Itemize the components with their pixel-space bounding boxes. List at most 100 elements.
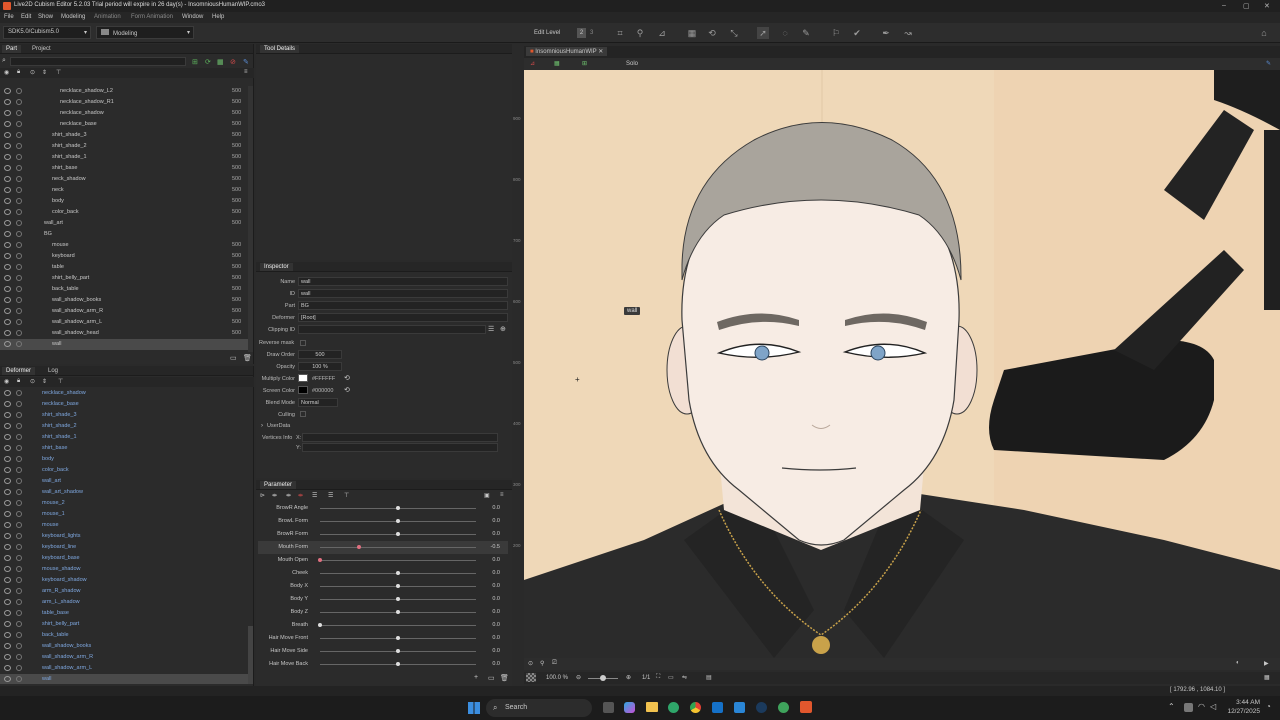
deformer-row[interactable]: wall_shadow_arm_R [0,652,252,663]
grid-green-icon[interactable]: ▦ [217,58,224,66]
visibility-eye-icon[interactable] [4,566,11,572]
param-menu-icon[interactable]: ≡ [500,492,504,498]
parameter-row[interactable]: Hair Move Side 0.0 [258,645,508,658]
parameter-row[interactable]: Cheek 0.0 [258,567,508,580]
deformer-row[interactable]: mouse_1 [0,509,252,520]
lock-toggle-icon[interactable] [16,511,22,517]
parameter-knob[interactable] [357,545,361,549]
part-row[interactable]: back_table 500 [0,284,252,295]
lock-toggle-icon[interactable] [16,132,22,138]
visibility-eye-icon[interactable] [4,242,11,248]
lock-toggle-icon[interactable] [16,231,22,237]
transform-icon[interactable]: ⤡ [728,27,740,39]
collapse-icon[interactable]: ⇕ [42,69,47,76]
play-icon[interactable]: ⊳ [260,492,265,499]
delete-icon[interactable]: ⊘ [230,58,236,66]
visibility-eye-icon[interactable] [4,88,11,94]
lock-toggle-icon[interactable] [16,187,22,193]
deformer-row[interactable]: shirt_shade_2 [0,421,252,432]
part-row[interactable]: color_back 500 [0,207,252,218]
lock-toggle-icon[interactable] [16,319,22,325]
part-row[interactable]: wall [0,339,252,350]
part-row[interactable]: necklace_shadow_R1 500 [0,97,252,108]
store-icon[interactable] [734,702,745,713]
copy-icon[interactable]: ▣ [484,492,490,499]
lock-toggle-icon[interactable] [16,165,22,171]
visibility-eye-icon[interactable] [4,654,11,660]
parameter-slider[interactable] [320,547,476,548]
zoom-knob[interactable] [600,675,606,681]
deformer-row[interactable]: shirt_shade_3 [0,410,252,421]
zoom-value[interactable]: 100.0 % [546,675,568,681]
visibility-eye-icon[interactable] [4,643,11,649]
part-scrollbar[interactable] [248,86,253,352]
opacity-field[interactable]: 100 % [298,362,342,371]
lock-toggle-icon[interactable] [16,577,22,583]
param-folder-icon[interactable]: ▭ [488,674,495,682]
part-row[interactable]: shirt_base 500 [0,163,252,174]
visibility-eye-icon[interactable] [4,121,11,127]
parameter-knob[interactable] [396,506,400,510]
lock-toggle-icon[interactable] [16,264,22,270]
lock-toggle-icon[interactable] [16,445,22,451]
vertex-x-field[interactable] [302,433,498,442]
visibility-eye-icon[interactable] [4,176,11,182]
tree-icon[interactable]: ⊤ [344,492,349,499]
taskbar-search[interactable]: ⌕ Search [486,699,592,717]
parameter-row[interactable]: BrowR Angle 0.0 [258,502,508,515]
filter-icon[interactable]: ⊙ [30,69,35,76]
parameter-value[interactable]: 0.0 [492,622,500,628]
part-row[interactable]: wall_shadow_books 500 [0,295,252,306]
clip-target-icon[interactable]: ⊕ [500,325,506,333]
deformer-row[interactable]: keyboard_lights [0,531,252,542]
collapse-icon[interactable]: ⇕ [42,378,47,385]
visibility-eye-icon[interactable] [4,621,11,627]
visibility-eye-icon[interactable] [4,401,11,407]
steam-icon[interactable] [756,702,767,713]
parameter-row[interactable]: Body Y 0.0 [258,593,508,606]
menu-show[interactable]: Show [38,14,53,20]
parameter-knob[interactable] [396,571,400,575]
list-icon[interactable]: ☰ [312,492,317,499]
lock-toggle-icon[interactable] [16,143,22,149]
part-row[interactable]: neck 500 [0,185,252,196]
outlook-icon[interactable] [712,702,723,713]
parameter-value[interactable]: 0.0 [492,518,500,524]
multiply-reset-icon[interactable]: ⟲ [344,374,350,382]
lock-toggle-icon[interactable] [16,297,22,303]
visibility-eye-icon[interactable] [4,264,11,270]
visibility-eye-icon[interactable] [4,500,11,506]
tab-close-icon[interactable]: ✕ [598,49,603,55]
edit-level-1[interactable]: 2 [577,28,586,38]
notifications-icon[interactable]: ◔ [1266,702,1271,711]
parameter-knob[interactable] [396,662,400,666]
panel-toggle-icon[interactable]: ▦ [1264,674,1270,681]
lock-toggle-icon[interactable] [16,555,22,561]
part-row[interactable]: shirt_belly_part 500 [0,273,252,284]
link-icon[interactable]: ⇹ [272,492,277,499]
deformer-row[interactable]: necklace_base [0,399,252,410]
windows-start-icon[interactable] [468,702,480,714]
resize-icon[interactable]: ◐ [1236,660,1240,666]
part-row[interactable]: wall_shadow_arm_L 500 [0,317,252,328]
visibility-eye-icon[interactable] [4,330,11,336]
parameter-value[interactable]: 0.0 [492,648,500,654]
part-row[interactable]: wall_shadow_head 500 [0,328,252,339]
deformer-row[interactable]: mouse [0,520,252,531]
visibility-eye-icon[interactable] [4,423,11,429]
part-row[interactable]: shirt_shade_1 500 [0,152,252,163]
deformer-row[interactable]: wall_art_shadow [0,487,252,498]
wifi-icon[interactable]: ◠ [1198,702,1205,711]
deformer-row[interactable]: body [0,454,252,465]
mesh-edit-icon[interactable]: ⊿ [656,27,668,39]
deformer-select[interactable]: [Root] [298,313,508,322]
ratio-label[interactable]: 1/1 [642,675,650,681]
visibility-eye-icon[interactable] [4,588,11,594]
lock-toggle-icon[interactable] [16,533,22,539]
display-icon[interactable]: ▤ [706,674,712,681]
lock-toggle-icon[interactable] [16,676,22,682]
visibility-eye-icon[interactable] [4,297,11,303]
hierarchy-icon[interactable]: ⊤ [56,69,61,76]
visibility-eye-icon[interactable] [4,577,11,583]
parameter-knob[interactable] [396,597,400,601]
